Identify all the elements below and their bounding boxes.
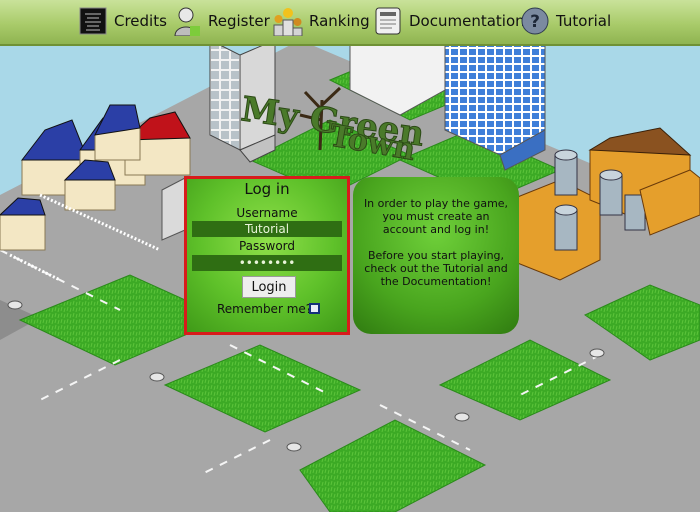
menu-documentation-label: Documentation <box>409 12 525 30</box>
info-panel: In order to play the game, you must crea… <box>353 177 519 334</box>
city-scene: My Green Town <box>0 39 700 512</box>
menu-register-label: Register <box>208 12 270 30</box>
login-panel: Log in Username Password Login Remember … <box>184 176 350 335</box>
credits-icon <box>79 7 107 35</box>
menu-credits[interactable]: Credits <box>78 5 167 37</box>
documentation-icon <box>375 7 401 35</box>
remember-me-label: Remember me? <box>217 302 313 316</box>
top-menu-bar: Credits Register Ranking Documentation ? <box>0 0 700 46</box>
menu-ranking-label: Ranking <box>309 12 370 30</box>
username-input[interactable] <box>192 221 342 237</box>
menu-credits-label: Credits <box>114 12 167 30</box>
login-button[interactable]: Login <box>242 276 296 298</box>
info-paragraph-1: In order to play the game, you must crea… <box>363 197 509 236</box>
menu-ranking[interactable]: Ranking <box>273 5 370 37</box>
info-paragraph-2: Before you start playing, check out the … <box>364 249 508 288</box>
username-label: Username <box>236 206 298 220</box>
register-icon <box>174 7 200 36</box>
login-title: Log in <box>244 180 290 198</box>
password-input[interactable] <box>192 255 342 271</box>
svg-text:?: ? <box>530 12 540 32</box>
menu-tutorial[interactable]: ? Tutorial <box>520 5 611 37</box>
remember-me-checkbox[interactable] <box>309 303 320 314</box>
password-label: Password <box>238 239 296 253</box>
ranking-icon <box>273 8 303 36</box>
menu-register[interactable]: Register <box>172 5 270 37</box>
menu-tutorial-label: Tutorial <box>556 12 612 30</box>
tutorial-icon: ? <box>521 7 549 35</box>
menu-documentation[interactable]: Documentation <box>373 5 525 37</box>
